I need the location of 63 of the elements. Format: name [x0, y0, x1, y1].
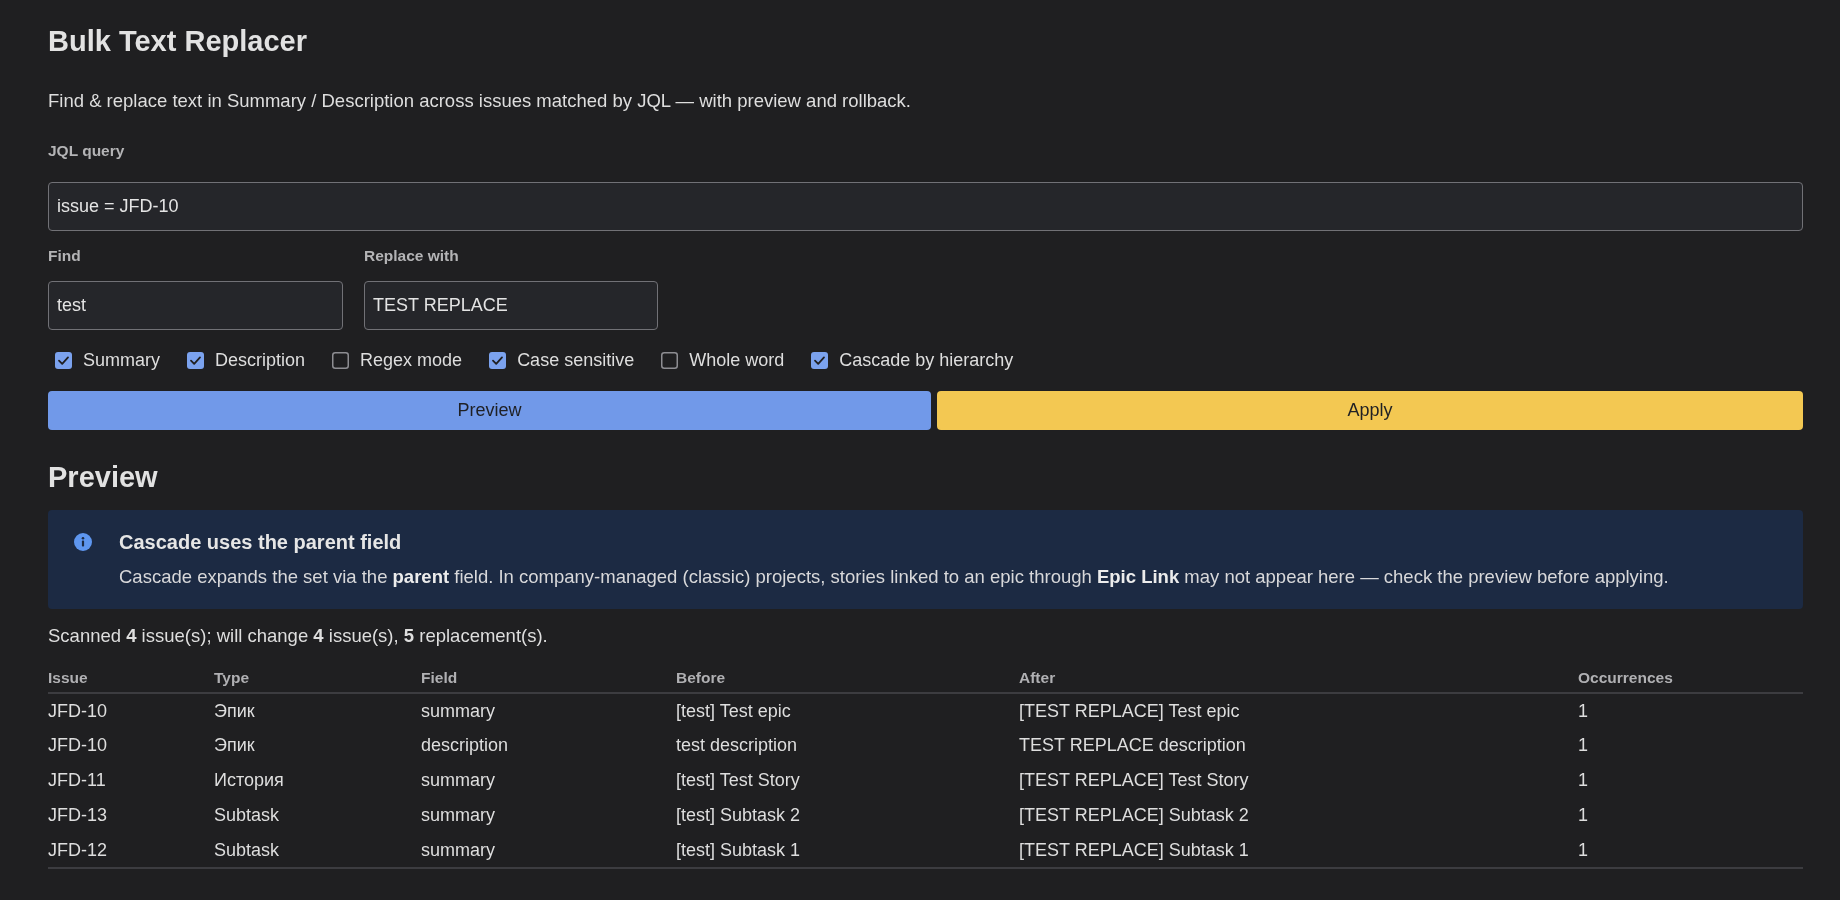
checkbox-label[interactable]: Whole word: [689, 349, 785, 371]
replace-input-field[interactable]: TEST REPLACE: [364, 281, 658, 330]
action-button[interactable]: Preview: [48, 391, 931, 430]
table-cell-text: TEST REPLACE description: [1019, 734, 1247, 757]
table-cell: JFD-10: [48, 693, 214, 728]
checkbox-label[interactable]: Description: [215, 349, 306, 371]
column-header: After: [1019, 663, 1578, 693]
checkbox-label[interactable]: Cascade by hierarchy: [839, 349, 1014, 371]
checkbox[interactable]: [661, 351, 679, 369]
table-cell-text: summary: [421, 804, 496, 827]
column-header: Before: [676, 663, 1019, 693]
checkbox[interactable]: [811, 351, 829, 369]
table-cell: Subtask: [214, 833, 421, 868]
table-cell: [TEST REPLACE] Subtask 1: [1019, 833, 1578, 868]
notice-text: Cascade expands the set via the parent field. In company-managed (classic) projects, stories linked to an epic through Epic Link may not appear here — check the preview before applying.: [119, 566, 1669, 588]
table-cell: JFD-13: [48, 798, 214, 833]
checkbox-label[interactable]: Summary: [83, 349, 160, 371]
table-cell: 1: [1578, 833, 1803, 868]
table-cell-text: JFD-11: [48, 769, 107, 792]
table-cell-text: [test] Test Story: [676, 769, 801, 792]
column-header: Occurrences: [1578, 663, 1803, 693]
checkbox-label[interactable]: Case sensitive: [517, 349, 635, 371]
info-icon: [74, 533, 92, 551]
section-heading: Preview: [48, 460, 158, 494]
table-cell: [test] Test epic: [676, 693, 1019, 728]
checkbox[interactable]: [489, 351, 507, 369]
table-cell-text: [test] Subtask 2: [676, 804, 802, 827]
field-label: Find: [48, 247, 81, 265]
table-cell: Эпик: [214, 728, 421, 763]
table-cell-text: summary: [421, 769, 496, 792]
table-cell: [TEST REPLACE] Test epic: [1019, 693, 1578, 728]
column-header: Type: [214, 663, 421, 693]
table-cell: 1: [1578, 693, 1803, 728]
table-cell: [test] Subtask 1: [676, 833, 1019, 868]
column-header: Field: [421, 663, 676, 693]
checkbox-label[interactable]: Regex mode: [360, 349, 463, 371]
table-cell: Subtask: [214, 798, 421, 833]
table-cell-text: JFD-10: [48, 734, 108, 757]
table-cell-text: [TEST REPLACE] Test Story: [1019, 769, 1250, 792]
checkbox[interactable]: [55, 351, 72, 369]
table-cell: summary: [421, 833, 676, 868]
field-label: Replace with: [364, 247, 459, 265]
table-cell: summary: [421, 693, 676, 728]
table-cell-text: [TEST REPLACE] Subtask 2: [1019, 804, 1250, 827]
action-button[interactable]: Apply: [937, 391, 1803, 430]
scan-summary: Scanned 4 issue(s); will change 4 issue(s), 5 replacement(s).: [48, 625, 548, 647]
field-label: JQL query: [48, 142, 125, 160]
table-cell: История: [214, 763, 421, 798]
table-cell: JFD-12: [48, 833, 214, 868]
table-cell-text: 1: [1578, 769, 1589, 792]
table-cell-text: 1: [1578, 734, 1589, 757]
checkbox[interactable]: [332, 351, 350, 369]
table-cell: test description: [676, 728, 1019, 763]
table-cell: Эпик: [214, 693, 421, 728]
app-subtitle: Find & replace text in Summary / Description across issues matched by JQL — with preview and rollback.: [48, 90, 911, 112]
table-cell: description: [421, 728, 676, 763]
notice-title: Cascade uses the parent field: [119, 530, 402, 554]
jql-input-field[interactable]: issue = JFD-10: [48, 182, 1803, 231]
app-title: Bulk Text Replacer: [48, 24, 307, 58]
column-header: Issue: [48, 663, 214, 693]
find-input-field[interactable]: test: [48, 281, 343, 330]
checkbox[interactable]: [187, 351, 204, 369]
table-cell-text: 1: [1578, 804, 1589, 827]
